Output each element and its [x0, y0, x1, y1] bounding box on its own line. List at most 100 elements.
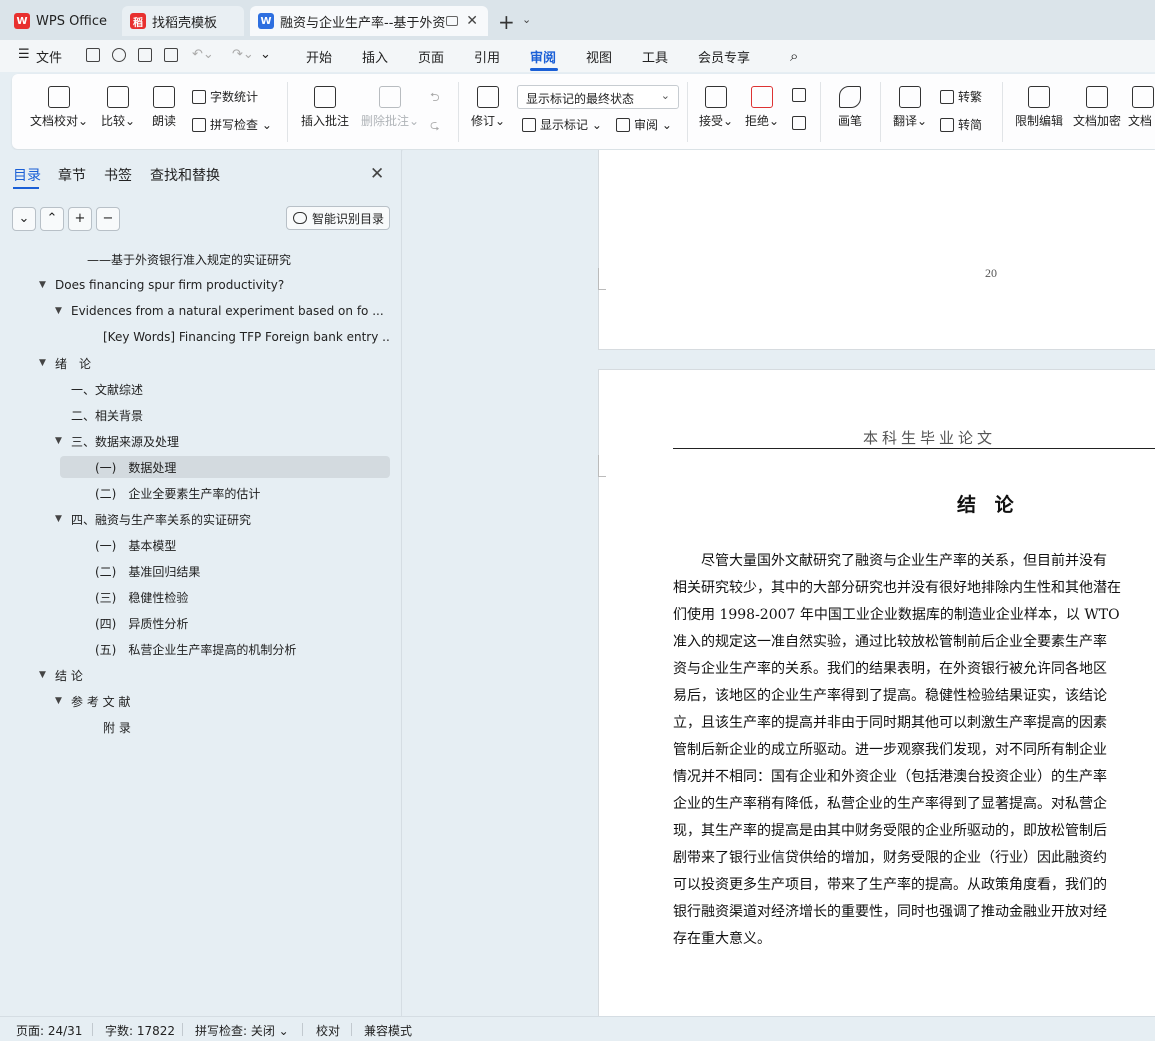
tab-label: 找稻壳模板: [152, 15, 218, 31]
read-aloud-button[interactable]: 朗读: [148, 86, 180, 129]
monitor-icon[interactable]: [446, 16, 458, 26]
menu-file[interactable]: 文件: [36, 47, 62, 66]
encrypt-label: 文档加密: [1072, 114, 1121, 128]
word-count[interactable]: 字数: 17822: [105, 1022, 175, 1039]
menu-page[interactable]: 页面: [418, 47, 444, 66]
toc-item[interactable]: 附 录: [0, 716, 390, 738]
undo-icon[interactable]: ↶⌄: [192, 47, 214, 62]
page-indicator[interactable]: 页面: 24/31: [16, 1022, 82, 1039]
next-change-icon[interactable]: [792, 116, 810, 130]
lock-doc-icon: [1028, 86, 1050, 108]
expand-arrow-icon[interactable]: ▼: [55, 306, 62, 316]
prev-comment-icon[interactable]: ⮌: [430, 88, 440, 109]
nav-tab-toc[interactable]: 目录: [13, 165, 41, 185]
save-icon[interactable]: [86, 48, 100, 62]
prev-change-icon[interactable]: [792, 88, 810, 102]
close-icon[interactable]: ✕: [370, 164, 384, 184]
remove-heading-icon[interactable]: −: [96, 207, 120, 231]
expand-arrow-icon[interactable]: ▼: [55, 514, 62, 524]
encrypt-button[interactable]: 文档加密: [1070, 86, 1124, 129]
doc-more-button[interactable]: 文档: [1128, 86, 1155, 129]
toc-item[interactable]: (二) 企业全要素生产率的估计: [0, 482, 390, 504]
translate-label: 翻译: [892, 114, 917, 128]
menu-review[interactable]: 审阅: [530, 47, 556, 66]
toc-item[interactable]: ▼ Evidences from a natural experiment bas…: [0, 300, 390, 322]
menu-home[interactable]: 开始: [306, 47, 332, 66]
show-markup-button[interactable]: 显示标记 ⌄: [522, 116, 602, 133]
toc-item[interactable]: 一、文献综述: [0, 378, 390, 400]
next-comment-icon[interactable]: ⮎: [430, 116, 440, 137]
menu-tools[interactable]: 工具: [642, 47, 668, 66]
proofread-status[interactable]: 校对: [316, 1022, 340, 1039]
proofread-button[interactable]: 文档校对⌄: [28, 86, 90, 129]
word-count-button[interactable]: 字数统计: [192, 88, 258, 105]
translate-button[interactable]: 翻译⌄: [890, 86, 930, 129]
print-icon[interactable]: [138, 48, 152, 62]
toc-item[interactable]: (四) 异质性分析: [0, 612, 390, 634]
expand-up-icon[interactable]: ⌃: [40, 207, 64, 231]
toc-item[interactable]: [Key Words] Financing TFP Foreign bank e…: [0, 326, 390, 348]
collapse-icon[interactable]: ⌄: [12, 207, 36, 231]
toc-item[interactable]: 二、相关背景: [0, 404, 390, 426]
nav-tab-bookmarks[interactable]: 书签: [104, 165, 132, 185]
insert-comment-button[interactable]: 插入批注: [298, 86, 352, 129]
hamburger-icon[interactable]: ☰: [18, 47, 30, 62]
restrict-edit-button[interactable]: 限制编辑: [1012, 86, 1066, 129]
search-icon[interactable]: ⌕: [790, 47, 798, 65]
toc-item[interactable]: ▼ 结 论: [0, 664, 390, 686]
spell-check-status[interactable]: 拼写检查: 关闭 ⌄: [195, 1022, 289, 1039]
toc-item[interactable]: ▼ 参 考 文 献: [0, 690, 390, 712]
redo-icon[interactable]: ↷⌄: [232, 47, 254, 62]
toc-item[interactable]: ▼ 四、融资与生产率关系的实证研究: [0, 508, 390, 530]
tab-document[interactable]: W 融资与企业生产率--基于外资银 ✕: [250, 6, 488, 36]
expand-arrow-icon[interactable]: ▼: [39, 670, 46, 680]
add-heading-icon[interactable]: +: [68, 207, 92, 231]
close-icon[interactable]: ✕: [466, 13, 478, 29]
to-simplified-button[interactable]: 转简: [940, 116, 982, 133]
page-current[interactable]: 本科生毕业论文 结 论 尽管大量国外文献研究了融资与企业生产率的关系，但目前并没…: [598, 369, 1155, 1016]
toc-item[interactable]: ——基于外资银行准入规定的实证研究: [0, 248, 390, 270]
body-line: 存在重大意义。: [673, 931, 771, 947]
expand-arrow-icon[interactable]: ▼: [39, 358, 46, 368]
toc-item[interactable]: (一) 基本模型: [0, 534, 390, 556]
tab-template[interactable]: 稻 找稻壳模板: [122, 6, 244, 36]
reject-button[interactable]: 拒绝⌄: [742, 86, 782, 129]
expand-arrow-icon[interactable]: ▼: [55, 436, 62, 446]
toc-item[interactable]: (二) 基准回归结果: [0, 560, 390, 582]
nav-tab-find-replace[interactable]: 查找和替换: [150, 165, 220, 185]
share-icon[interactable]: [112, 48, 126, 62]
body-line: 现，其生产率的提高是由其中财务受限的企业所驱动的，即放松管制后: [673, 823, 1107, 839]
chevron-down-icon[interactable]: ⌄: [522, 13, 531, 26]
nav-tab-chapters[interactable]: 章节: [58, 165, 86, 185]
chevron-down-icon: ⌄: [660, 89, 670, 102]
expand-arrow-icon[interactable]: ▼: [55, 696, 62, 706]
more-chevron-icon[interactable]: ⌄: [260, 47, 271, 62]
toc-item[interactable]: (五) 私营企业生产率提高的机制分析: [0, 638, 390, 660]
menu-references[interactable]: 引用: [474, 47, 500, 66]
pen-button[interactable]: 画笔: [832, 86, 868, 129]
smart-toc-button[interactable]: 智能识别目录: [286, 206, 390, 230]
status-bar: 页面: 24/31 字数: 17822 拼写检查: 关闭 ⌄ 校对 兼容模式: [0, 1016, 1155, 1041]
menu-insert[interactable]: 插入: [362, 47, 388, 66]
word-count-label: 字数统计: [210, 90, 259, 104]
toc-item[interactable]: (一) 数据处理: [60, 456, 390, 478]
menu-member[interactable]: 会员专享: [698, 47, 750, 66]
compare-button[interactable]: 比较⌄: [96, 86, 140, 129]
review-pane-button[interactable]: 审阅 ⌄: [616, 116, 672, 133]
print-preview-icon[interactable]: [164, 48, 178, 62]
tab-wps-office[interactable]: W WPS Office: [6, 6, 116, 36]
to-traditional-button[interactable]: 转繁: [940, 88, 982, 105]
toc-item[interactable]: ▼ 绪 论: [0, 352, 390, 374]
new-tab-icon[interactable]: +: [498, 10, 515, 34]
navigation-panel: 目录 章节 书签 查找和替换 ✕ ⌄ ⌃ + − 智能识别目录 ——基于外资银行…: [0, 150, 402, 1016]
display-state-select[interactable]: 显示标记的最终状态 ⌄: [517, 85, 679, 109]
toc-item[interactable]: ▼ 三、数据来源及处理: [0, 430, 390, 452]
accept-button[interactable]: 接受⌄: [696, 86, 736, 129]
delete-comment-button[interactable]: 删除批注⌄: [358, 86, 422, 129]
toc-item[interactable]: (三) 稳健性检验: [0, 586, 390, 608]
revise-button[interactable]: 修订⌄: [468, 86, 508, 129]
toc-item[interactable]: ▼ Does financing spur firm productivity?: [0, 274, 390, 296]
spell-check-button[interactable]: 拼写检查 ⌄: [192, 116, 272, 133]
expand-arrow-icon[interactable]: ▼: [39, 280, 46, 290]
menu-view[interactable]: 视图: [586, 47, 612, 66]
